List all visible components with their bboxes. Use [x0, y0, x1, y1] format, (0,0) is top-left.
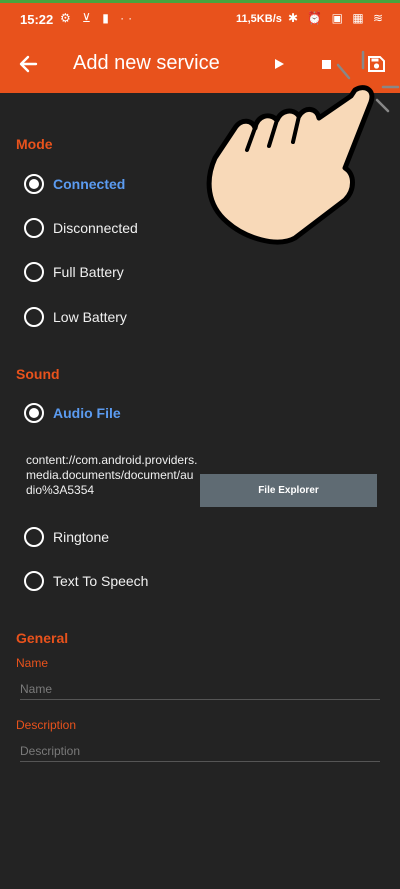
description-input[interactable] — [20, 740, 380, 762]
radio-button-checked-icon — [24, 403, 44, 423]
arrow-left-icon — [19, 55, 38, 73]
radio-button-checked-icon — [24, 174, 44, 194]
save-button[interactable] — [363, 50, 389, 78]
audio-file-path: content://com.android.providers.media.do… — [26, 453, 198, 497]
stop-icon — [322, 60, 331, 69]
radio-mode-full-battery[interactable]: Full Battery — [24, 260, 124, 284]
radio-sound-text-to-speech[interactable]: Text To Speech — [24, 569, 148, 593]
radio-button-icon — [24, 571, 44, 591]
status-notification-icons: ⚙ ⊻ ▮ ·· — [60, 11, 137, 25]
name-label: Name — [16, 656, 49, 670]
radio-sound-audio-file[interactable]: Audio File — [24, 401, 121, 425]
status-time: 15:22 — [20, 12, 54, 27]
radio-label: Ringtone — [53, 529, 110, 545]
play-button[interactable] — [268, 52, 290, 76]
radio-button-icon — [24, 262, 44, 282]
file-explorer-button[interactable]: File Explorer — [200, 474, 377, 507]
sound-section-header: Sound — [16, 366, 60, 382]
radio-mode-low-battery[interactable]: Low Battery — [24, 305, 127, 329]
radio-button-icon — [24, 307, 44, 327]
general-section-header: General — [16, 630, 69, 646]
radio-label: Disconnected — [53, 220, 138, 236]
radio-button-icon — [24, 218, 44, 238]
radio-label: Connected — [53, 176, 126, 192]
network-speed: 11,5KB/s — [236, 13, 282, 25]
radio-label: Text To Speech — [53, 573, 149, 589]
radio-mode-connected[interactable]: Connected — [24, 172, 125, 196]
radio-label: Full Battery — [53, 264, 124, 280]
radio-mode-disconnected[interactable]: Disconnected — [24, 216, 138, 240]
description-label: Description — [16, 718, 77, 732]
save-icon — [368, 56, 385, 72]
play-icon — [275, 59, 284, 69]
radio-label: Low Battery — [53, 309, 127, 325]
status-system-icons: ✱ ⏰ ▣ ▦ ≋ — [288, 11, 387, 25]
status-bar: 15:22 ⚙ ⊻ ▮ ·· 11,5KB/s ✱ ⏰ ▣ ▦ ≋ — [0, 0, 400, 36]
name-input[interactable] — [20, 678, 380, 700]
stop-button[interactable] — [316, 52, 338, 76]
back-button[interactable] — [14, 48, 46, 80]
mode-section-header: Mode — [16, 136, 53, 152]
app-bar: Add new service — [0, 36, 400, 93]
radio-button-icon — [24, 527, 44, 547]
page-title: Add new service — [73, 52, 220, 74]
radio-label: Audio File — [53, 405, 121, 421]
radio-sound-ringtone[interactable]: Ringtone — [24, 525, 109, 549]
